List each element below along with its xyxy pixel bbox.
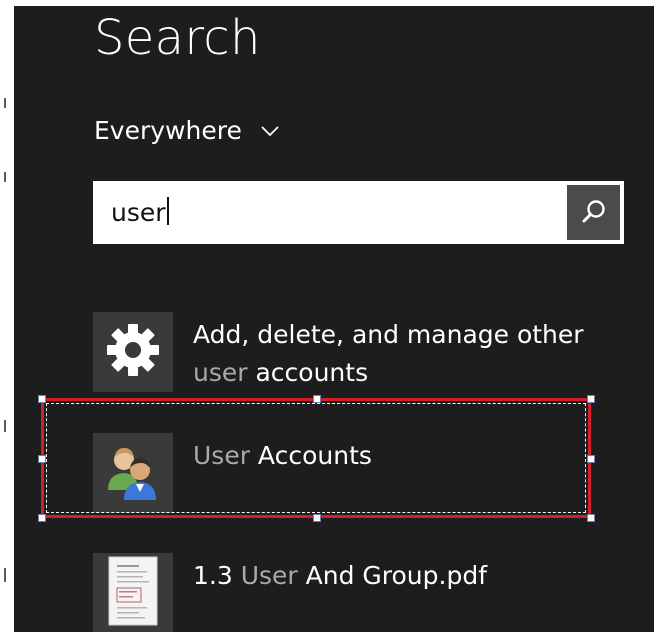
result-tile [93, 433, 173, 513]
result-tile [93, 312, 173, 392]
page-title: Search [94, 10, 261, 66]
search-scope-dropdown[interactable]: Everywhere [94, 118, 280, 143]
result-text-line: user accounts [193, 354, 603, 392]
search-input[interactable]: user [93, 181, 563, 244]
result-text: User Accounts [193, 437, 603, 475]
search-button[interactable] [567, 185, 620, 240]
resize-handle[interactable] [587, 514, 595, 522]
resize-handle[interactable] [38, 514, 46, 522]
resize-handle[interactable] [313, 395, 321, 403]
result-text-rest: Accounts [249, 441, 372, 470]
result-item-pdf-file[interactable]: 1.3 User And Group.pdf [93, 553, 613, 632]
screenshot-stage: Search Everywhere user Add, delete, and … [0, 0, 654, 632]
pdf-document-icon [103, 555, 163, 631]
result-tile [93, 553, 173, 632]
gear-icon [104, 321, 162, 383]
search-scope-label: Everywhere [94, 116, 242, 145]
result-text-rest: And Group.pdf [297, 561, 488, 590]
edge-mark [4, 568, 6, 582]
resize-handle[interactable] [587, 395, 595, 403]
resize-handle[interactable] [38, 395, 46, 403]
match-highlight: User [193, 441, 250, 470]
resize-handle[interactable] [313, 514, 321, 522]
result-item-manage-user-accounts[interactable]: Add, delete, and manage other user accou… [93, 312, 613, 394]
edge-mark [4, 420, 6, 432]
edge-mark [4, 172, 6, 182]
match-highlight: user [193, 358, 248, 387]
desktop-edge [0, 0, 14, 632]
result-text-rest: accounts [247, 358, 369, 387]
search-box: user [93, 181, 624, 244]
resize-handle[interactable] [38, 455, 46, 463]
result-text: Add, delete, and manage other user accou… [193, 316, 603, 392]
result-text-prefix: 1.3 [193, 561, 241, 590]
resize-handle[interactable] [587, 455, 595, 463]
result-item-user-accounts[interactable]: User Accounts [93, 433, 613, 515]
user-accounts-icon [102, 440, 164, 506]
search-icon [580, 197, 608, 229]
result-text-line: Add, delete, and manage other [193, 320, 584, 349]
chevron-down-icon [260, 125, 280, 137]
match-highlight: User [240, 561, 298, 590]
search-input-value: user [111, 198, 166, 227]
result-text: 1.3 User And Group.pdf [193, 557, 603, 595]
edge-mark [4, 98, 6, 108]
text-caret [166, 197, 169, 225]
